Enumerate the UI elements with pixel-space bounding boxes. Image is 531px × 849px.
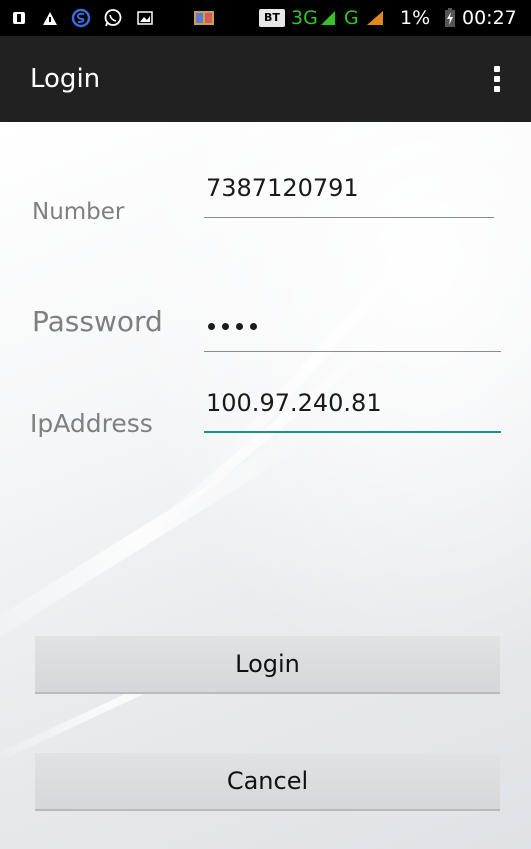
gallery-icon (192, 8, 216, 28)
notification-icon (10, 8, 28, 28)
password-label: Password (32, 305, 163, 338)
password-field-underline (204, 351, 501, 352)
network-g-label: G (344, 7, 359, 29)
ip-address-field-underline (204, 431, 501, 433)
image-icon (135, 8, 155, 28)
clock: 00:27 (462, 7, 517, 29)
login-screen: BT 3G G 1% 00:27 Login Number 7387120791 (0, 0, 531, 849)
page-title: Login (30, 64, 101, 94)
number-label: Number (32, 199, 125, 225)
s-app-icon (70, 8, 92, 28)
bluetooth-file-icon (40, 8, 60, 28)
status-bar: BT 3G G 1% 00:27 (0, 0, 531, 36)
action-bar: Login (0, 36, 531, 122)
bt-badge: BT (259, 9, 285, 27)
battery-charging-icon (443, 8, 457, 28)
login-button[interactable]: Login (35, 636, 500, 694)
password-field[interactable] (208, 312, 264, 340)
signal-g-icon (364, 8, 386, 28)
ip-address-label: IpAddress (30, 409, 153, 438)
password-mask-dot (236, 322, 243, 330)
password-mask-dot (222, 322, 229, 330)
whatsapp-icon (102, 8, 124, 28)
battery-percent: 1% (400, 7, 431, 29)
ip-address-field[interactable]: 100.97.240.81 (206, 389, 382, 417)
signal-3g-icon (318, 8, 338, 28)
network-3g-label: 3G (291, 7, 318, 29)
number-field-underline (204, 217, 494, 218)
login-form: Number 7387120791 Password IpAddress 100… (0, 122, 531, 849)
password-mask-dot (208, 322, 215, 330)
cancel-button[interactable]: Cancel (35, 753, 500, 811)
background-streak (195, 216, 446, 493)
password-mask-dot (250, 322, 257, 330)
overflow-menu-icon[interactable] (485, 56, 509, 102)
background-streak (0, 420, 321, 659)
background-streak (116, 308, 415, 561)
number-field[interactable]: 7387120791 (206, 174, 359, 202)
